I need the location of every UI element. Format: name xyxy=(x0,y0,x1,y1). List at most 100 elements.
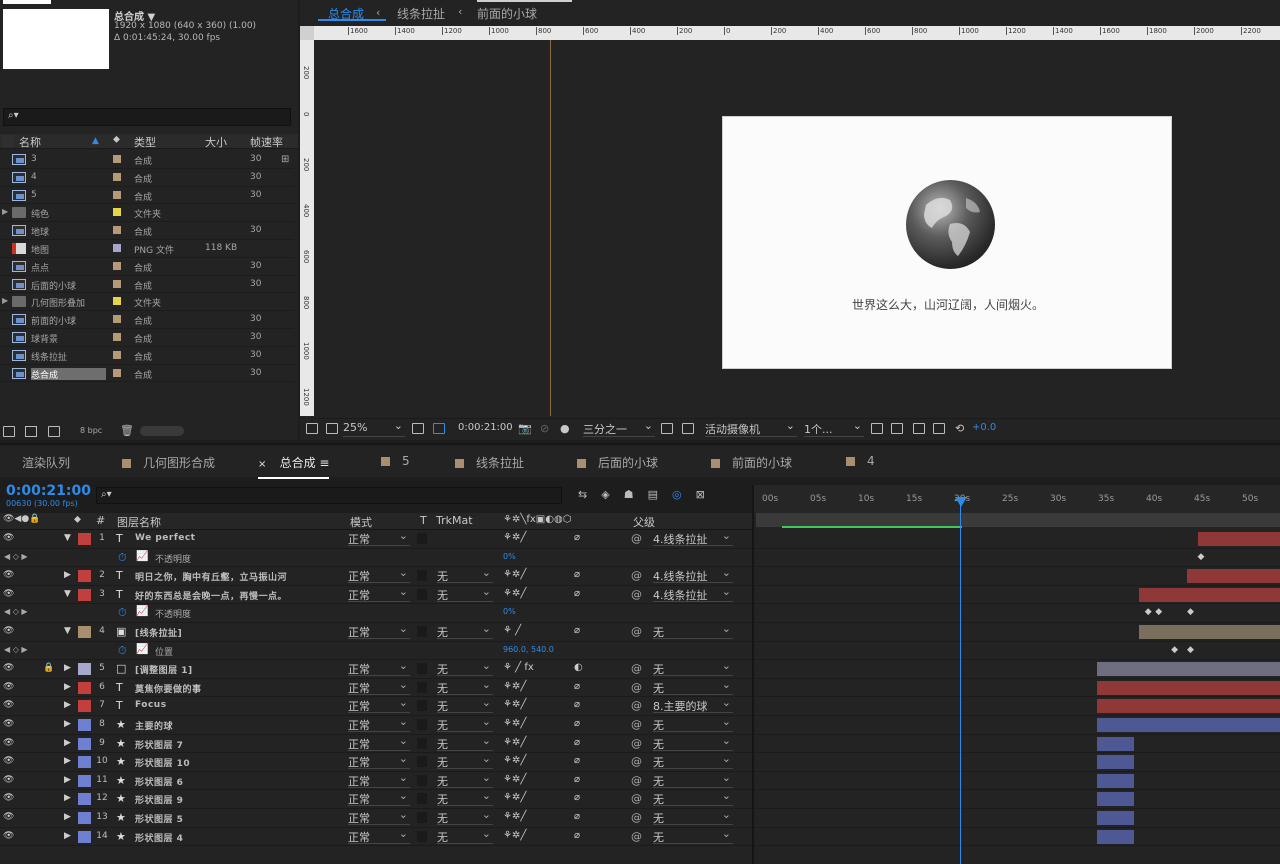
layer-switches-icon[interactable]: ⚘✲╱ xyxy=(503,755,526,766)
camera-select[interactable]: 活动摄像机 ⌄ xyxy=(705,419,797,437)
composition-frame[interactable]: 世界这么大，山河辽阔，人间烟火。 xyxy=(722,116,1172,369)
motion-blur-switch-icon[interactable]: ⌀ xyxy=(574,755,580,766)
layer-row[interactable]: 👁 ▶ 14 ★ 形状图层 4 正常 无 ⚘✲╱ ⌀ @ 无 xyxy=(0,827,752,847)
trkmat-select[interactable]: 无 xyxy=(437,771,493,788)
pickwhip-icon[interactable]: @ xyxy=(631,532,642,545)
always-preview-icon[interactable] xyxy=(306,423,318,434)
expand-arrow-icon[interactable]: ▶ xyxy=(64,682,71,692)
eye-icon[interactable]: 👁 xyxy=(3,682,14,692)
project-item[interactable]: 前面的小球 合成 30 xyxy=(0,311,294,329)
parent-select[interactable]: 4.线条拉扯 xyxy=(653,530,733,546)
parent-select[interactable]: 无 xyxy=(653,734,733,751)
layer-duration-bar[interactable] xyxy=(1097,699,1280,714)
blend-mode-select[interactable]: 正常 xyxy=(348,752,410,770)
blend-mode-select[interactable]: 正常 xyxy=(348,696,410,714)
blend-mode-select[interactable]: 正常 xyxy=(348,771,410,788)
motion-blur-switch-icon[interactable]: ⌀ xyxy=(574,718,580,729)
eye-icon[interactable]: 👁 xyxy=(3,719,14,729)
label-swatch[interactable] xyxy=(78,681,91,694)
eye-icon[interactable]: 👁 xyxy=(3,756,14,766)
layer-duration-bar[interactable] xyxy=(1097,773,1135,788)
label-swatch[interactable] xyxy=(78,663,91,676)
pickwhip-icon[interactable]: @ xyxy=(631,662,642,675)
pixel-aspect-icon[interactable] xyxy=(871,423,883,434)
preserve-transparency-checkbox[interactable] xyxy=(417,812,427,823)
project-search-input[interactable]: ⌕▾ xyxy=(3,108,291,126)
label-swatch[interactable] xyxy=(78,588,91,601)
column-name[interactable]: 名称 xyxy=(19,134,41,150)
preserve-transparency-checkbox[interactable] xyxy=(417,700,427,712)
label-swatch[interactable] xyxy=(78,756,91,769)
pickwhip-icon[interactable]: @ xyxy=(631,774,642,787)
time-ruler[interactable]: 00s 05s 10s 15s 20s 25s 30s 35s 40s 45s 50s xyxy=(754,485,1280,513)
filter-icon[interactable] xyxy=(2,135,14,147)
expand-arrow-icon[interactable]: ▶ xyxy=(64,756,71,766)
label-swatch[interactable] xyxy=(113,208,121,217)
keyframe-icon[interactable]: ◆ xyxy=(1187,607,1194,617)
column-type[interactable]: 类型 xyxy=(134,134,156,150)
layer-name[interactable]: 形状图层 4 xyxy=(135,831,183,844)
project-scrollbar[interactable] xyxy=(140,426,184,436)
motion-blur-switch-icon[interactable]: ⌀ xyxy=(574,625,580,636)
expand-arrow-icon[interactable]: ▶ xyxy=(64,775,71,785)
property-value[interactable]: 0% xyxy=(503,607,516,616)
region-of-interest-icon[interactable] xyxy=(661,423,673,434)
column-layer-name[interactable]: 图层名称 xyxy=(117,514,161,530)
new-comp-icon[interactable] xyxy=(48,426,60,437)
layer-switches-icon[interactable]: ⚘✲╱ xyxy=(503,699,526,710)
expand-arrow-icon[interactable]: ▶ xyxy=(64,831,71,841)
pickwhip-icon[interactable]: @ xyxy=(631,737,642,750)
layer-row[interactable]: 👁 ▶ 10 ★ 形状图层 10 正常 无 ⚘✲╱ ⌀ @ 无 xyxy=(0,752,752,772)
parent-select[interactable]: 无 xyxy=(653,771,733,788)
preserve-transparency-checkbox[interactable] xyxy=(417,533,427,544)
preserve-transparency-checkbox[interactable] xyxy=(417,830,427,842)
trkmat-select[interactable]: 无 xyxy=(437,678,493,695)
keyframe-navigator-icon[interactable]: ◀ ◇ ▶ xyxy=(4,552,28,561)
layer-name[interactable]: 形状图层 7 xyxy=(135,738,183,751)
keyframe-navigator-icon[interactable]: ◀ ◇ ▶ xyxy=(4,645,28,654)
label-swatch[interactable] xyxy=(78,793,91,806)
vertical-ruler[interactable]: 200 0 200 400 600 800 1000 1200 xyxy=(300,40,314,416)
timeline-graph[interactable]: 00s 05s 10s 15s 20s 25s 30s 35s 40s 45s 50s ◆ ◆ ◆ ◆ ◆ ◆ xyxy=(752,485,1280,864)
layer-name[interactable]: 莫焦你要做的事 xyxy=(135,682,202,695)
pickwhip-icon[interactable]: @ xyxy=(631,569,642,582)
playhead-handle[interactable] xyxy=(955,497,967,507)
viewer-tab-front-ball[interactable]: 前面的小球 xyxy=(477,5,537,22)
label-swatch[interactable] xyxy=(113,315,121,324)
label-swatch[interactable] xyxy=(113,368,121,377)
project-item[interactable]: ▶ 几何图形叠加 文件夹 xyxy=(0,293,294,312)
label-swatch[interactable] xyxy=(113,244,121,252)
trkmat-select[interactable]: 无 xyxy=(437,827,493,844)
layer-duration-bar[interactable] xyxy=(1197,532,1280,546)
switches-icon[interactable]: ⚘✲╲fx▣◐◍⬡ xyxy=(503,514,571,525)
property-row[interactable]: ◀ ◇ ▶ ⏱ 📈 位置 960.0, 540.0 xyxy=(0,641,752,661)
pickwhip-icon[interactable]: @ xyxy=(631,811,642,824)
trkmat-select[interactable]: 无 xyxy=(437,696,493,714)
layer-row[interactable]: 👁 ▶ 12 ★ 形状图层 9 正常 无 ⚘✲╱ ⌀ @ 无 xyxy=(0,789,752,809)
project-item[interactable]: 3 合成 30 xyxy=(0,151,294,169)
sort-ascending-icon[interactable]: ▲ xyxy=(92,136,99,146)
layer-switches-icon[interactable]: ⚘✲╱ xyxy=(503,811,526,822)
layer-switches-icon[interactable]: ⚘✲╱ xyxy=(503,774,526,785)
layer-name[interactable]: [调整图层 1] xyxy=(135,663,193,676)
property-row[interactable]: ◀ ◇ ▶ ⏱ 📈 不透明度 0% xyxy=(0,548,752,568)
blend-mode-select[interactable]: 正常 xyxy=(348,622,410,639)
layer-switches-icon[interactable]: ⚘✲╱ xyxy=(503,681,526,692)
pickwhip-icon[interactable]: @ xyxy=(631,588,642,601)
collapse-arrow-icon[interactable]: ▼ xyxy=(64,626,71,636)
eye-icon[interactable]: 👁 xyxy=(3,831,14,841)
project-item[interactable]: 线条拉扯 合成 30 xyxy=(0,347,294,365)
collapse-arrow-icon[interactable]: ▼ xyxy=(64,589,71,599)
column-parent[interactable]: 父级 xyxy=(633,514,655,530)
trkmat-select[interactable]: 无 xyxy=(437,789,493,807)
layer-name[interactable]: 形状图层 10 xyxy=(135,756,190,769)
project-item[interactable]: 地图 PNG 文件 118 KB xyxy=(0,240,294,258)
flowchart-icon[interactable]: ⊞ xyxy=(281,154,289,165)
trkmat-select[interactable]: 无 xyxy=(437,734,493,751)
views-select[interactable]: 1个... ⌄ xyxy=(804,419,864,437)
motion-blur-icon[interactable]: ◎ xyxy=(672,488,696,501)
layer-duration-bar[interactable] xyxy=(1139,587,1280,602)
playhead-line[interactable] xyxy=(960,499,961,864)
pickwhip-icon[interactable]: @ xyxy=(631,830,642,843)
layer-row[interactable]: 👁 ▶ 13 ★ 形状图层 5 正常 无 ⚘✲╱ ⌀ @ 无 xyxy=(0,808,752,828)
